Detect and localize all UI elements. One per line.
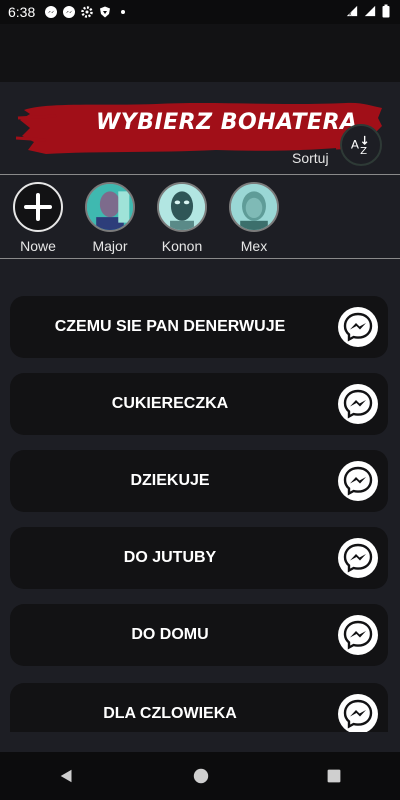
shield-icon	[100, 6, 111, 18]
messenger-icon	[343, 543, 373, 573]
list-item[interactable]: DO JUTUBY	[10, 527, 388, 589]
sound-label: DZIEKUJE	[130, 472, 210, 489]
list-item[interactable]: DZIEKUJE	[10, 450, 388, 512]
heroes-list: Nowe Major Konon Mex	[0, 174, 400, 258]
list-item[interactable]: CZEMU SIE PAN DENERWUJE	[10, 296, 388, 358]
sound-label: DLA CZLOWIEKA	[103, 705, 237, 722]
avatar-icon	[231, 184, 277, 230]
notification-icons	[45, 6, 129, 18]
header: WYBIERZ BOHATERA Sortuj A Z	[0, 82, 400, 174]
list-item[interactable]: DLA CZLOWIEKA	[10, 683, 388, 732]
messenger-icon	[343, 466, 373, 496]
messenger-icon	[343, 699, 373, 729]
back-icon[interactable]	[58, 767, 76, 785]
svg-text:Z: Z	[360, 146, 367, 156]
add-hero-button[interactable]	[13, 182, 63, 232]
svg-text:x: x	[349, 11, 352, 17]
divider	[0, 258, 400, 259]
system-nav-bar	[0, 752, 400, 800]
messenger-icon	[63, 6, 76, 18]
hero-item-new[interactable]: Nowe	[11, 182, 65, 254]
az-sort-icon: A Z	[351, 135, 368, 156]
list-item[interactable]: DO DOMU	[10, 604, 388, 666]
messenger-icon	[343, 312, 373, 342]
share-messenger-button[interactable]	[338, 461, 378, 501]
svg-text:A: A	[351, 138, 360, 152]
hero-label: Major	[92, 238, 128, 254]
sounds-list: CZEMU SIE PAN DENERWUJE CUKIERECZKA DZIE…	[0, 262, 400, 732]
status-bar: 6:38 x	[0, 0, 400, 24]
home-icon[interactable]	[192, 767, 210, 785]
sound-label: CZEMU SIE PAN DENERWUJE	[54, 318, 286, 335]
sound-label: CUKIERECZKA	[111, 395, 229, 412]
sound-label: DO DOMU	[131, 626, 209, 643]
sort-button[interactable]: A Z	[340, 124, 382, 166]
hero-label: Mex	[240, 238, 268, 254]
recents-icon[interactable]	[326, 768, 342, 784]
hero-avatar	[229, 182, 279, 232]
hero-item-konon[interactable]: Konon	[155, 182, 209, 254]
avatar-icon	[87, 184, 133, 230]
avatar-icon	[159, 184, 205, 230]
share-messenger-button[interactable]	[338, 694, 378, 732]
status-time: 6:38	[8, 4, 36, 20]
messenger-icon	[343, 389, 373, 419]
sort-label: Sortuj	[292, 150, 329, 166]
app-bar	[0, 24, 400, 82]
hero-item-major[interactable]: Major	[83, 182, 137, 254]
hero-item-mex[interactable]: Mex	[227, 182, 281, 254]
sound-label: DO JUTUBY	[123, 549, 217, 566]
list-bottom-spacer	[0, 732, 400, 752]
gear-icon	[81, 6, 93, 18]
share-messenger-button[interactable]	[338, 384, 378, 424]
battery-icon	[382, 4, 390, 18]
messenger-icon	[343, 620, 373, 650]
system-icons: x	[346, 4, 390, 18]
signal-icon	[364, 5, 376, 17]
messenger-icon	[45, 6, 58, 18]
share-messenger-button[interactable]	[338, 538, 378, 578]
page-title: WYBIERZ BOHATERA	[96, 110, 358, 135]
plus-icon	[24, 193, 52, 221]
list-item[interactable]: CUKIERECZKA	[10, 373, 388, 435]
share-messenger-button[interactable]	[338, 615, 378, 655]
hero-avatar	[85, 182, 135, 232]
share-messenger-button[interactable]	[338, 307, 378, 347]
dot-icon	[121, 10, 126, 14]
hero-label: Konon	[161, 238, 203, 254]
hero-avatar	[157, 182, 207, 232]
signal-icon: x	[346, 5, 358, 17]
hero-label: Nowe	[20, 238, 56, 254]
